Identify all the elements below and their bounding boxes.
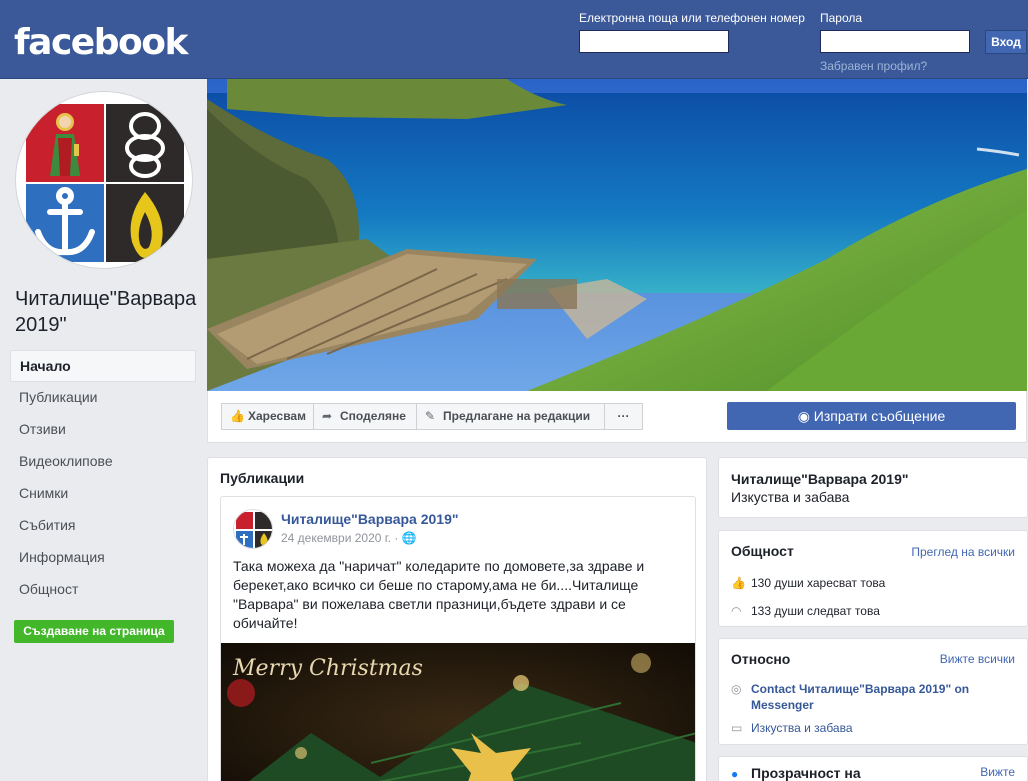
info-category: Изкуства и забава <box>731 489 850 505</box>
nav-posts[interactable]: Публикации <box>10 382 196 414</box>
posts-section: Публикации Читалище"Варвара 2019" 24 дек… <box>207 457 707 781</box>
info-page-name[interactable]: Читалище"Варвара 2019" <box>731 471 909 487</box>
posts-title: Публикации <box>220 470 305 486</box>
password-field[interactable] <box>820 30 970 53</box>
about-title: Относно <box>731 651 791 667</box>
email-field[interactable] <box>579 30 729 53</box>
transparency-card: ● Прозрачност на Вижте <box>718 756 1028 781</box>
top-bar: facebook Електронна поща или телефонен н… <box>0 0 1028 79</box>
post-text: Така можеха да "наричат" коледарите по д… <box>233 558 645 631</box>
send-message-button[interactable]: ◉ Изпрати съобщение <box>727 402 1016 430</box>
messenger-icon: ◎ <box>731 682 742 696</box>
rss-icon: ◠ <box>731 604 742 618</box>
community-card: Общност Преглед на всички 👍 130 души харе… <box>718 530 1028 627</box>
facebook-logo[interactable]: facebook <box>14 22 188 63</box>
about-see-all-link[interactable]: Вижте всички <box>940 652 1015 666</box>
transparency-see-link[interactable]: Вижте <box>980 765 1015 779</box>
post-card: Читалище"Варвара 2019" 24 декември 2020 … <box>220 496 696 781</box>
messenger-icon: ◉ <box>797 408 810 424</box>
page-name: Читалище"Варвара 2019" <box>15 288 197 336</box>
post-avatar[interactable] <box>233 509 273 549</box>
share-button[interactable]: ➦ Споделяне <box>313 403 417 430</box>
follows-count-row: ◠ 133 души следват това <box>731 604 880 618</box>
page-info-card: Читалище"Варвара 2019" Изкуства и забава <box>718 457 1028 518</box>
create-page-button[interactable]: Създаване на страница <box>14 620 174 643</box>
category-icon: ▭ <box>731 721 743 735</box>
christmas-tree-image: Merry Christmas <box>221 643 695 781</box>
community-see-all-link[interactable]: Преглед на всички <box>911 545 1015 559</box>
cover-photo[interactable] <box>207 79 1027 391</box>
nav-about[interactable]: Информация <box>10 542 196 574</box>
messenger-contact-row[interactable]: ◎ Contact Читалище"Варвара 2019" on Messe… <box>731 681 1001 713</box>
image-caption: Merry Christmas <box>232 656 423 681</box>
suggest-edits-button[interactable]: ✎ Предлагане на редакции <box>416 403 605 430</box>
nav-home[interactable]: Начало <box>10 350 196 382</box>
like-button[interactable]: 👍 Харесвам <box>221 403 314 430</box>
nav-reviews[interactable]: Отзиви <box>10 414 196 446</box>
forgot-account-link[interactable]: Забравен профил? <box>820 59 927 73</box>
about-card: Относно Вижте всички ◎ Contact Читалище"В… <box>718 638 1028 745</box>
globe-icon: 🌐 <box>401 531 417 545</box>
profile-picture[interactable] <box>15 91 193 269</box>
about-category-row[interactable]: ▭ Изкуства и забава <box>731 721 853 735</box>
left-nav: Начало Публикации Отзиви Видеоклипове Сн… <box>10 350 196 606</box>
community-title: Общност <box>731 543 794 559</box>
post-author[interactable]: Читалище"Варвара 2019" <box>281 511 459 527</box>
thumbs-up-icon: 👍 <box>731 576 746 590</box>
likes-count-row: 👍 130 души харесват това <box>731 576 886 590</box>
transparency-row: ● Прозрачност на <box>731 765 861 781</box>
post-image[interactable]: Merry Christmas <box>221 643 695 781</box>
seaside-cover-image <box>207 79 1027 391</box>
coat-of-arms-icon <box>234 510 272 548</box>
facebook-circle-icon: ● <box>731 767 739 781</box>
nav-videos[interactable]: Видеоклипове <box>10 446 196 478</box>
coat-of-arms-icon <box>24 104 186 264</box>
pencil-icon: ✎ <box>425 409 436 423</box>
thumbs-up-icon: 👍 <box>230 409 245 423</box>
post-date[interactable]: 24 декември 2020 г. · 🌐 <box>281 531 417 545</box>
more-options-button[interactable]: ··· <box>604 403 643 430</box>
share-arrow-icon: ➦ <box>322 409 333 423</box>
login-button[interactable]: Вход <box>985 30 1027 54</box>
nav-community[interactable]: Общност <box>10 574 196 606</box>
password-label: Парола <box>820 11 863 25</box>
nav-events[interactable]: Събития <box>10 510 196 542</box>
email-label: Електронна поща или телефонен номер <box>579 11 805 25</box>
page-action-bar: 👍 Харесвам ➦ Споделяне ✎ Предлагане на р… <box>207 391 1027 443</box>
nav-photos[interactable]: Снимки <box>10 478 196 510</box>
